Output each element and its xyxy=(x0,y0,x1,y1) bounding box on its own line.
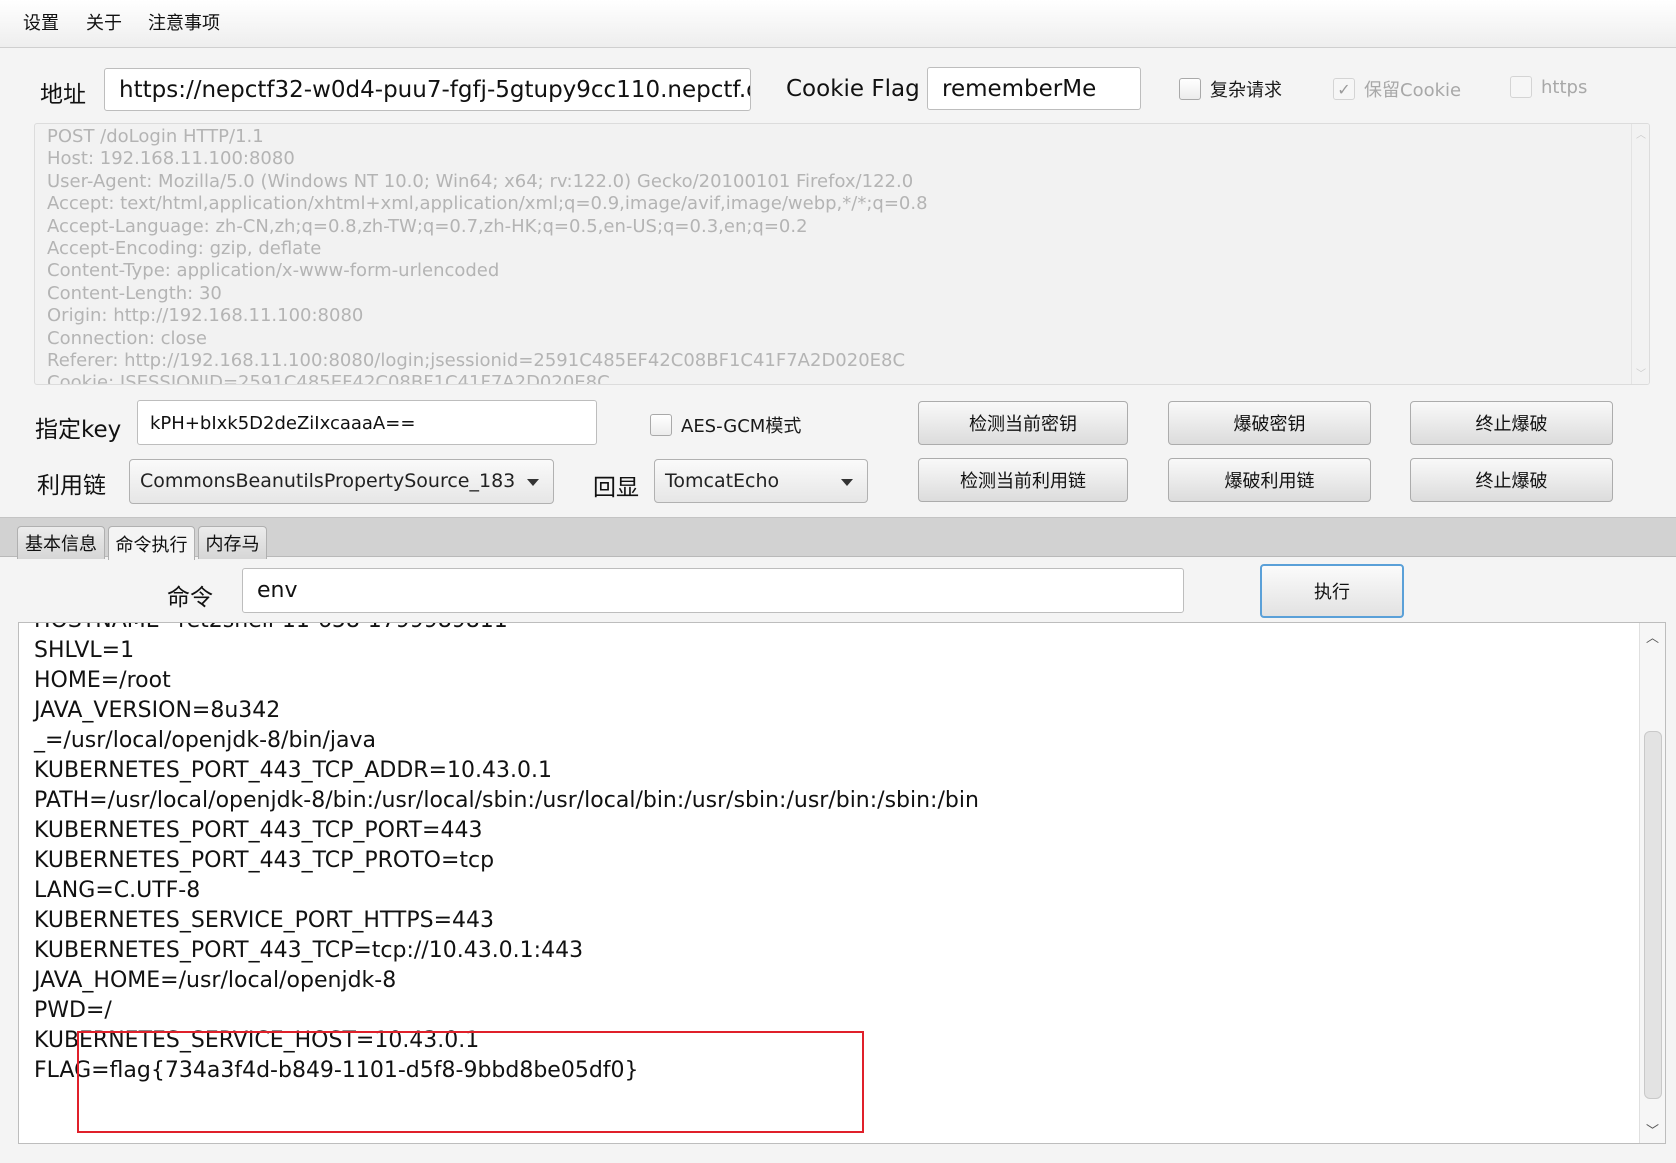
tab-memshell[interactable]: 内存马 xyxy=(198,526,267,559)
echo-select-value: TomcatEcho xyxy=(665,470,780,492)
output-line: PATH=/usr/local/openjdk-8/bin:/usr/local… xyxy=(34,788,979,813)
output-line: KUBERNETES_PORT_443_TCP_PORT=443 xyxy=(34,818,483,843)
output-line: KUBERNETES_PORT_443_TCP_PROTO=tcp xyxy=(34,848,495,873)
output-line: JAVA_HOME=/usr/local/openjdk-8 xyxy=(34,968,397,993)
output-line: KUBERNETES_SERVICE_PORT_HTTPS=443 xyxy=(34,908,495,933)
request-line: POST /doLogin HTTP/1.1 xyxy=(47,126,264,147)
aes-gcm-checkbox[interactable]: AES-GCM模式 xyxy=(650,412,801,438)
execute-button[interactable]: 执行 xyxy=(1260,564,1404,618)
request-line: Connection: close xyxy=(47,327,207,349)
stop-key-brute-button[interactable]: 终止爆破 xyxy=(1410,401,1613,445)
checkbox-box xyxy=(1179,78,1201,100)
key-label: 指定key xyxy=(35,417,122,443)
scrollbar-thumb[interactable] xyxy=(1644,731,1662,1099)
request-line: Host: 192.168.11.100:8080 xyxy=(47,148,295,170)
menu-settings[interactable]: 设置 xyxy=(23,9,59,35)
request-line: Content-Length: 30 xyxy=(47,282,222,304)
request-line: Content-Type: application/x-www-form-url… xyxy=(47,260,500,282)
menu-bar: 设置 关于 注意事项 xyxy=(0,0,1676,48)
brute-key-button[interactable]: 爆破密钥 xyxy=(1168,401,1371,445)
request-line: Referer: http://192.168.11.100:8080/logi… xyxy=(47,350,906,371)
output-line: PWD=/ xyxy=(34,998,112,1023)
scroll-up-icon[interactable]: ︿ xyxy=(1646,627,1659,646)
output-line: _=/usr/local/openjdk-8/bin/java xyxy=(34,728,376,753)
chain-select-value: CommonsBeanutilsPropertySource_183 xyxy=(140,470,516,492)
key-input[interactable]: kPH+bIxk5D2deZiIxcaaaA== xyxy=(137,400,597,445)
cookie-flag-label: Cookie Flag xyxy=(786,76,920,102)
output-scrollbar[interactable]: ︿ ﹀ xyxy=(1639,623,1665,1143)
address-input[interactable]: https://nepctf32-w0d4-puu7-fgfj-5gtupy9c… xyxy=(104,68,751,111)
request-line: User-Agent: Mozilla/5.0 (Windows NT 10.0… xyxy=(47,170,914,192)
chain-select[interactable]: CommonsBeanutilsPropertySource_183 xyxy=(129,459,554,504)
complex-request-label: 复杂请求 xyxy=(1210,80,1282,101)
scroll-down-icon[interactable]: ﹀ xyxy=(1646,1120,1659,1139)
keep-cookie-checkbox[interactable]: ✓ 保留Cookie xyxy=(1333,76,1461,102)
flag-highlight-box xyxy=(77,1031,864,1133)
output-line: SHLVL=1 xyxy=(34,638,135,663)
detect-chain-button[interactable]: 检测当前利用链 xyxy=(918,458,1128,502)
echo-select[interactable]: TomcatEcho xyxy=(654,459,868,503)
menu-about[interactable]: 关于 xyxy=(86,9,122,35)
keep-cookie-label: 保留Cookie xyxy=(1364,80,1462,101)
command-label: 命令 xyxy=(167,585,213,611)
aes-gcm-label: AES-GCM模式 xyxy=(681,416,802,437)
request-scrollbar[interactable]: ︿ ﹀ xyxy=(1631,124,1649,384)
output-line: KUBERNETES_PORT_443_TCP=tcp://10.43.0.1:… xyxy=(34,938,584,963)
chevron-up-icon: ︿ xyxy=(1636,130,1646,141)
stop-chain-brute-button[interactable]: 终止爆破 xyxy=(1410,458,1613,502)
checkbox-box xyxy=(650,414,672,436)
output-line: LANG=C.UTF-8 xyxy=(34,878,201,903)
command-input[interactable]: env xyxy=(242,568,1184,613)
dropdown-arrow-icon xyxy=(841,479,853,486)
complex-request-checkbox[interactable]: 复杂请求 xyxy=(1179,76,1282,102)
request-line: Accept: text/html,application/xhtml+xml,… xyxy=(47,193,928,215)
brute-chain-button[interactable]: 爆破利用链 xyxy=(1168,458,1371,502)
check-mark-icon: ✓ xyxy=(1333,78,1355,100)
output-line: KUBERNETES_PORT_443_TCP_ADDR=10.43.0.1 xyxy=(34,758,552,783)
menu-notes[interactable]: 注意事项 xyxy=(148,9,220,35)
request-line: Accept-Encoding: gzip, deflate xyxy=(47,238,322,259)
chain-label: 利用链 xyxy=(37,473,106,499)
detect-key-button[interactable]: 检测当前密钥 xyxy=(918,401,1128,445)
request-line: Accept-Language: zh-CN,zh;q=0.8,zh-TW;q=… xyxy=(47,215,808,237)
chevron-down-icon: ﹀ xyxy=(1636,369,1646,380)
echo-label: 回显 xyxy=(593,475,639,501)
request-line: Cookie: JSESSIONID=2591C485EF42C08BF1C41… xyxy=(47,372,610,385)
checkbox-box xyxy=(1510,76,1532,98)
dropdown-arrow-icon xyxy=(527,479,539,486)
tab-basic-info[interactable]: 基本信息 xyxy=(17,526,105,559)
output-line: HOSTNAME=ret2shell-11-658-1799989811 xyxy=(34,623,508,633)
tab-strip: 基本信息 命令执行 内存马 xyxy=(0,517,1676,560)
cookie-flag-input[interactable]: rememberMe xyxy=(927,67,1141,110)
address-label: 地址 xyxy=(40,82,86,108)
output-line: JAVA_VERSION=8u342 xyxy=(34,698,281,723)
request-line: Origin: http://192.168.11.100:8080 xyxy=(47,305,364,327)
https-label: https xyxy=(1541,76,1588,98)
tab-command-exec[interactable]: 命令执行 xyxy=(108,526,195,560)
output-line: HOME=/root xyxy=(34,668,171,693)
request-textarea[interactable]: POST /doLogin HTTP/1.1 Host: 192.168.11.1… xyxy=(34,123,1650,385)
https-checkbox[interactable]: https xyxy=(1510,76,1587,98)
